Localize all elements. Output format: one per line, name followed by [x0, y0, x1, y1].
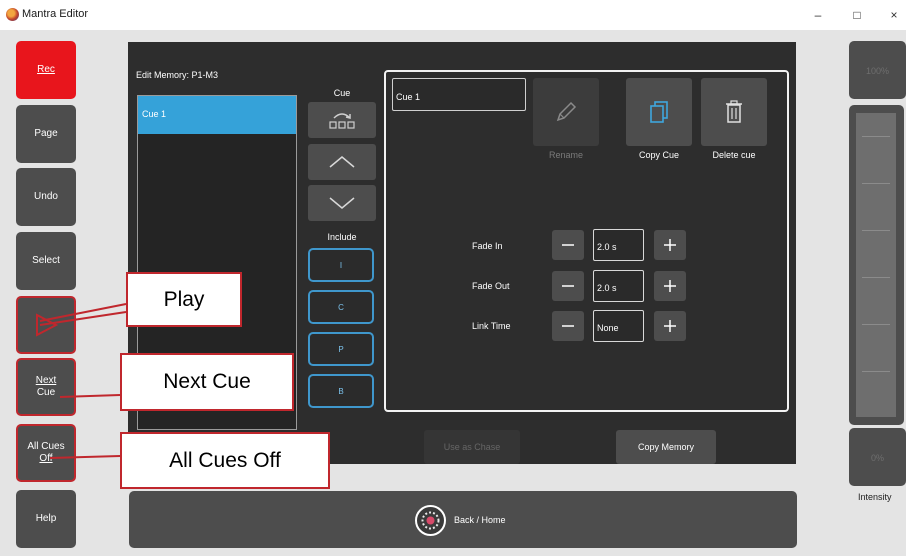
play-callout: Play	[126, 272, 242, 327]
all-cues-off-callout: All Cues Off	[120, 432, 330, 489]
next-cue-callout: Next Cue	[120, 353, 294, 411]
